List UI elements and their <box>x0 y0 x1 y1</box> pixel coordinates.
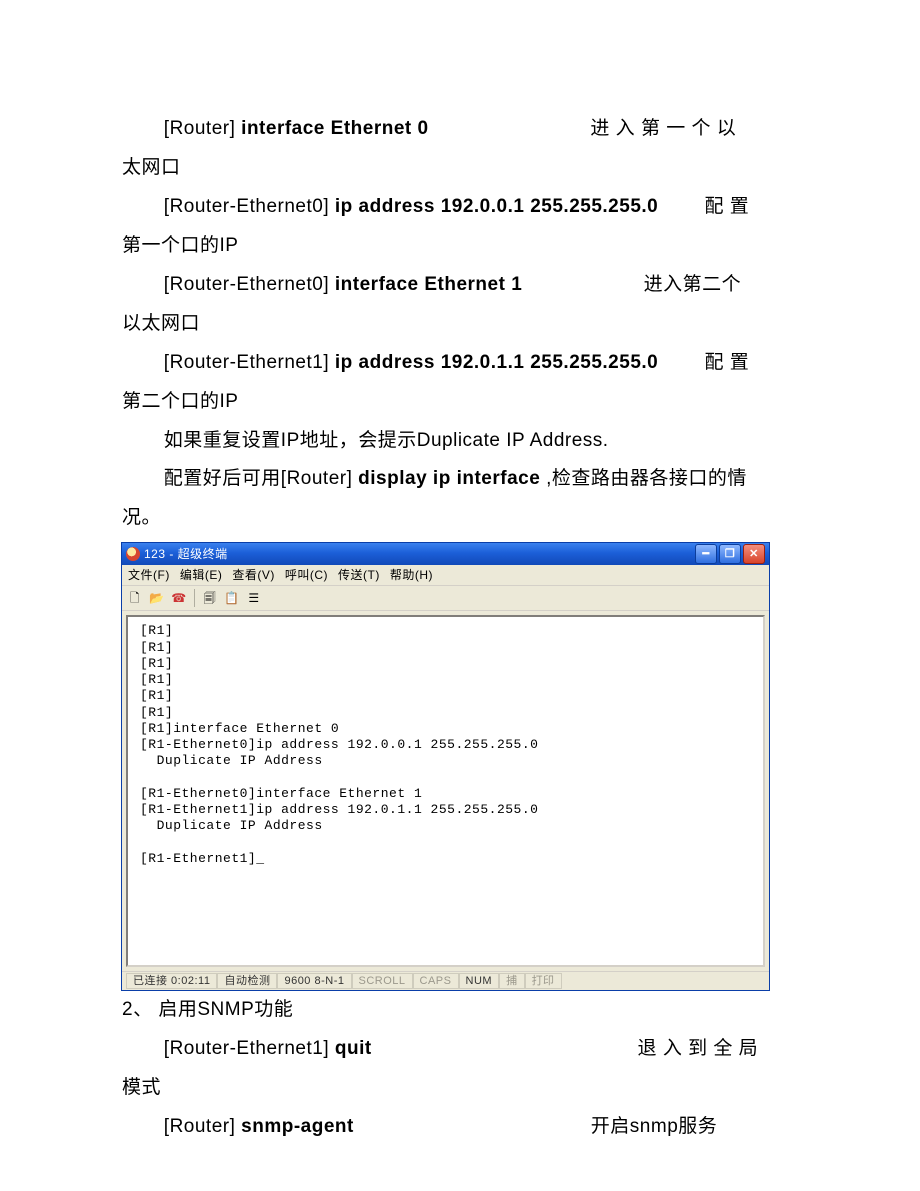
menu-transfer[interactable]: 传送(T) <box>338 563 380 588</box>
prompt-text: 配置好后可用[Router] <box>164 468 358 489</box>
command-text: ip address 192.0.1.1 255.255.255.0 <box>335 352 658 373</box>
close-button[interactable]: ✕ <box>743 544 765 564</box>
copy-icon[interactable]: 🗐 <box>201 589 219 607</box>
doc-line: 以太网口 <box>122 305 798 344</box>
doc-line: 况。 <box>122 499 798 538</box>
prompt-text: [Router-Ethernet1] <box>164 352 335 373</box>
connect-icon[interactable]: ☎ <box>170 589 188 607</box>
doc-line: 模式 <box>122 1069 798 1108</box>
command-text: quit <box>335 1038 372 1059</box>
menu-call[interactable]: 呼叫(C) <box>285 563 328 588</box>
status-caps: CAPS <box>413 973 459 989</box>
doc-line: 2、 启用SNMP功能 <box>122 991 798 1030</box>
command-text: interface Ethernet 0 <box>241 118 428 139</box>
command-text: interface Ethernet 1 <box>335 274 522 295</box>
description-text: 配 置 <box>704 352 749 373</box>
toolbar: 🗋 📂 ☎ 🗐 📋 ☰ <box>122 586 769 611</box>
doc-line: [Router-Ethernet1] quit 退 入 到 全 局 <box>122 1030 798 1069</box>
paste-icon[interactable]: 📋 <box>223 589 241 607</box>
doc-line: 如果重复设置IP地址，会提示Duplicate IP Address. <box>122 422 798 461</box>
description-text: 退 入 到 全 局 <box>638 1038 759 1059</box>
prompt-text: [Router] <box>164 1116 241 1137</box>
doc-line: [Router] snmp-agent 开启snmp服务 <box>122 1108 798 1147</box>
menubar: 文件(F) 编辑(E) 查看(V) 呼叫(C) 传送(T) 帮助(H) <box>122 565 769 586</box>
statusbar: 已连接 0:02:11 自动检测 9600 8-N-1 SCROLL CAPS … <box>122 971 769 990</box>
command-text: display ip interface <box>358 468 540 489</box>
menu-file[interactable]: 文件(F) <box>128 563 170 588</box>
status-detect: 自动检测 <box>217 973 277 989</box>
description-text: ,检查路由器各接口的情 <box>546 468 747 489</box>
doc-line: 第一个口的IP <box>122 227 798 266</box>
status-cap: 捕 <box>499 973 525 989</box>
doc-line: [Router] interface Ethernet 0 进 入 第 一 个 … <box>122 110 798 149</box>
prompt-text: [Router-Ethernet0] <box>164 274 335 295</box>
properties-icon[interactable]: ☰ <box>245 589 263 607</box>
prompt-text: [Router-Ethernet0] <box>164 196 335 217</box>
doc-line: [Router-Ethernet0] ip address 192.0.0.1 … <box>122 188 798 227</box>
command-text: ip address 192.0.0.1 255.255.255.0 <box>335 196 658 217</box>
description-text: 进入第二个 <box>644 274 742 295</box>
minimize-button[interactable]: ━ <box>695 544 717 564</box>
doc-line: [Router-Ethernet1] ip address 192.0.1.1 … <box>122 344 798 383</box>
description-text: 配 置 <box>704 196 749 217</box>
command-text: snmp-agent <box>241 1116 354 1137</box>
description-text: 开启snmp服务 <box>591 1116 717 1137</box>
doc-line: 第二个口的IP <box>122 383 798 422</box>
status-print: 打印 <box>525 973 562 989</box>
doc-line: [Router-Ethernet0] interface Ethernet 1 … <box>122 266 798 305</box>
status-connection: 已连接 0:02:11 <box>126 973 217 989</box>
status-baud: 9600 8-N-1 <box>277 973 351 989</box>
menu-view[interactable]: 查看(V) <box>232 563 275 588</box>
titlebar[interactable]: 123 - 超级终端 ━ ❐ ✕ <box>122 543 769 565</box>
new-icon[interactable]: 🗋 <box>126 589 144 607</box>
maximize-button[interactable]: ❐ <box>719 544 741 564</box>
status-scroll: SCROLL <box>352 973 413 989</box>
description-text: 进 入 第 一 个 以 <box>590 118 736 139</box>
terminal-output[interactable]: [R1] [R1] [R1] [R1] [R1] [R1] [R1]interf… <box>126 615 765 967</box>
toolbar-separator <box>194 589 195 607</box>
menu-help[interactable]: 帮助(H) <box>390 563 433 588</box>
status-num: NUM <box>459 973 500 989</box>
menu-edit[interactable]: 编辑(E) <box>180 563 223 588</box>
open-icon[interactable]: 📂 <box>148 589 166 607</box>
prompt-text: [Router-Ethernet1] <box>164 1038 335 1059</box>
app-icon <box>126 547 140 561</box>
doc-line: 配置好后可用[Router] display ip interface ,检查路… <box>122 460 798 499</box>
terminal-window: 123 - 超级终端 ━ ❐ ✕ 文件(F) 编辑(E) 查看(V) 呼叫(C)… <box>121 542 798 991</box>
doc-line: 太网口 <box>122 149 798 188</box>
prompt-text: [Router] <box>164 118 241 139</box>
